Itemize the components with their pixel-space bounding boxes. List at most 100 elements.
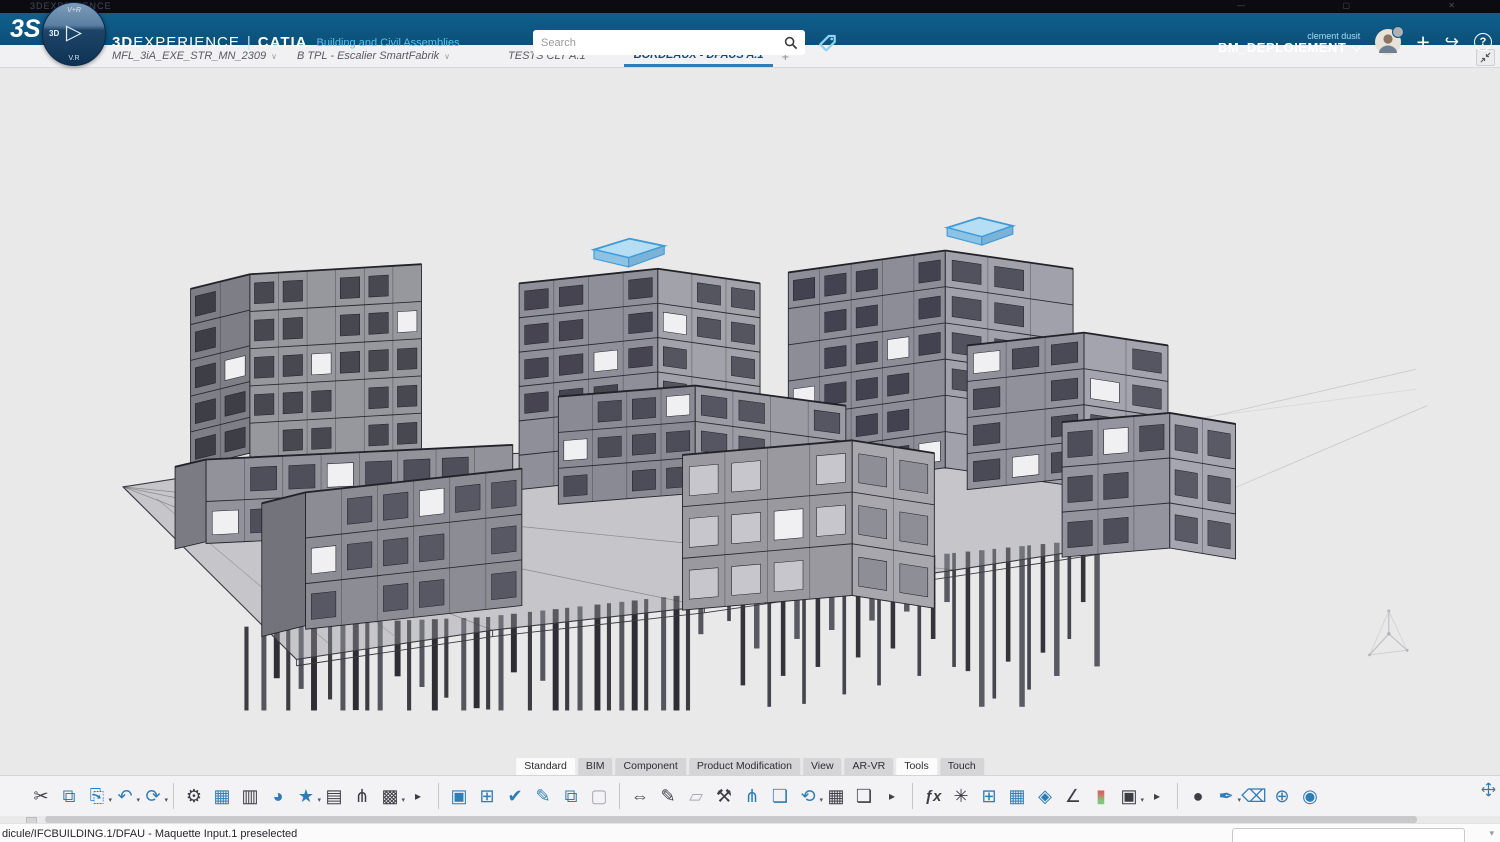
undo-button[interactable]: ↶▾ [111, 781, 139, 811]
ribbon-tab-tools[interactable]: Tools [896, 758, 937, 775]
notes-button[interactable]: ▤ [320, 781, 348, 811]
search-box[interactable] [533, 30, 805, 55]
isolate-component-button[interactable]: ▣ [445, 781, 473, 811]
sheet-edit-button[interactable]: ✎ [654, 781, 682, 811]
layers-button[interactable]: ❏ [766, 781, 794, 811]
ribbon-tab-standard[interactable]: Standard [516, 758, 575, 775]
dashboard-chart-button[interactable]: ◕ [264, 781, 292, 811]
status-indicator-button[interactable]: ▮ [1087, 781, 1115, 811]
report-pages-button[interactable]: ❏ [850, 781, 878, 811]
display-panel-button[interactable]: ▣▾ [1115, 781, 1143, 811]
color-picker-button[interactable]: ✒▾ [1212, 781, 1240, 811]
ribbon-tab-touch[interactable]: Touch [940, 758, 984, 775]
material-sphere-button[interactable]: ● [1184, 781, 1212, 811]
collab-space-selector[interactable]: clement dusit BM_DEPLOIEMENT [1218, 31, 1360, 53]
minimize-window-button[interactable]: — [1237, 1, 1245, 10]
toolbar-separator [173, 783, 174, 809]
ribbon-tab-view[interactable]: View [803, 758, 842, 775]
expand-more-button[interactable]: ▸ [404, 781, 432, 811]
expand-more-3-button[interactable]: ▸ [1143, 781, 1171, 811]
compass-vr-label: V.R [43, 55, 105, 62]
toolbar-scrollbar[interactable] [45, 816, 1417, 823]
insert-component-icon: ⊞ [479, 786, 494, 807]
window-layout-button[interactable]: ▥ [236, 781, 264, 811]
avatar[interactable] [1375, 29, 1401, 55]
batch-update-button[interactable]: ⚒ [710, 781, 738, 811]
material-add-button[interactable]: ⊕ [1268, 781, 1296, 811]
spreadsheet-button[interactable]: ⊞ [975, 781, 1003, 811]
3dexperience-compass[interactable]: V+R 3D ▷ V.R [42, 2, 106, 66]
save-with-options-icon: ⚙ [186, 786, 202, 807]
search-icon[interactable] [784, 36, 798, 50]
cut-button[interactable]: ✂ [27, 781, 55, 811]
duplicate-component-button[interactable]: ⧉ [557, 781, 585, 811]
cut-icon: ✂ [33, 786, 48, 807]
share-button[interactable]: ↪ [1445, 32, 1459, 52]
eraser-button[interactable]: ⌫ [1240, 781, 1268, 811]
sheet-preview-button[interactable]: ▱ [682, 781, 710, 811]
save-with-options-button[interactable]: ⚙ [180, 781, 208, 811]
paste-icon: ⎘ [90, 786, 104, 807]
component-disabled-button[interactable]: ▢ [585, 781, 613, 811]
engineering-rules-button[interactable]: ◈ [1031, 781, 1059, 811]
window-strip: 3DEXPERIENCE —▢✕ [0, 0, 1500, 13]
maximize-window-button[interactable]: ▢ [1342, 1, 1350, 10]
dropdown-caret-icon[interactable]: ▾ [164, 796, 168, 804]
paste-button[interactable]: ⎘▾ [83, 781, 111, 811]
close-window-button[interactable]: ✕ [1448, 1, 1455, 10]
edit-component-button[interactable]: ✎ [529, 781, 557, 811]
sheet-edit-icon: ✎ [660, 786, 675, 807]
validate-document-button[interactable]: ✔ [501, 781, 529, 811]
command-options-icon[interactable]: ▾ [1489, 828, 1494, 839]
clipboard-structure-button[interactable]: ▦ [822, 781, 850, 811]
reframe-icon: ⇔ [631, 786, 649, 807]
ribbon-tab-component[interactable]: Component [616, 758, 686, 775]
ribbon-tab-ar-vr[interactable]: AR-VR [845, 758, 894, 775]
material-replace-icon: ◉ [1302, 786, 1318, 807]
window-layout-icon: ▥ [241, 786, 258, 807]
action-toolbar: ✂⧉⎘▾↶▾⟳▾⚙▦▥◕★▾▤⋔▩▾▸▣⊞✔✎⧉▢⇔✎▱⚒⋔❏⟲▾▦❏▸ƒx✳⊞… [0, 775, 1500, 816]
reframe-button[interactable]: ⇔ [626, 781, 654, 811]
statusbar: dicule/IFCBUILDING.1/DFAU - Maquette Inp… [0, 823, 1500, 842]
structure-tree-button[interactable]: ⋔ [348, 781, 376, 811]
edit-component-icon: ✎ [535, 786, 550, 807]
expand-more-2-button[interactable]: ▸ [878, 781, 906, 811]
favorites-button[interactable]: ★▾ [292, 781, 320, 811]
ribbon-tab-product-modification[interactable]: Product Modification [689, 758, 800, 775]
insert-component-button[interactable]: ⊞ [473, 781, 501, 811]
fit-all-in-button[interactable] [1481, 782, 1496, 802]
select-table-button[interactable]: ▦ [208, 781, 236, 811]
table-options-button[interactable]: ▦ [1003, 781, 1031, 811]
viewport-3d[interactable] [0, 68, 1500, 778]
magic-wand-button[interactable]: ✳ [947, 781, 975, 811]
validate-document-icon: ✔ [507, 786, 522, 807]
structure-tree-icon: ⋔ [354, 786, 369, 807]
tag-icon[interactable] [817, 32, 838, 53]
command-input[interactable] [1232, 828, 1465, 842]
add-content-button[interactable]: + [1416, 29, 1429, 56]
chevron-down-icon [1352, 41, 1362, 51]
search-input[interactable] [533, 36, 784, 50]
copy-button[interactable]: ⧉ [55, 781, 83, 811]
ribbon-tab-bim[interactable]: BIM [578, 758, 613, 775]
barcode-options-button[interactable]: ▩▾ [376, 781, 404, 811]
brand: 3DEXPERIENCE | CATIA Building and Civil … [112, 26, 460, 58]
measure-angle-button[interactable]: ∠ [1059, 781, 1087, 811]
collab-space-label: BM_DEPLOIEMENT [1218, 42, 1360, 53]
formula-editor-button[interactable]: ƒx [919, 781, 947, 811]
synchronize-button[interactable]: ⟲▾ [794, 781, 822, 811]
material-sphere-icon: ● [1193, 786, 1204, 807]
display-panel-icon: ▣ [1120, 786, 1137, 807]
report-pages-icon: ❏ [856, 786, 872, 807]
brand-product-bold: 3D [112, 34, 133, 51]
copy-icon: ⧉ [63, 786, 76, 807]
material-replace-button[interactable]: ◉ [1296, 781, 1324, 811]
help-button[interactable]: ? [1474, 33, 1492, 51]
product-structure-button[interactable]: ⋔ [738, 781, 766, 811]
compass-top-label: V+R [43, 7, 105, 14]
update-button[interactable]: ⟳▾ [139, 781, 167, 811]
sheet-preview-icon: ▱ [689, 786, 703, 807]
update-icon: ⟳ [145, 786, 160, 807]
barcode-options-icon: ▩ [381, 786, 398, 807]
select-table-icon: ▦ [213, 786, 230, 807]
